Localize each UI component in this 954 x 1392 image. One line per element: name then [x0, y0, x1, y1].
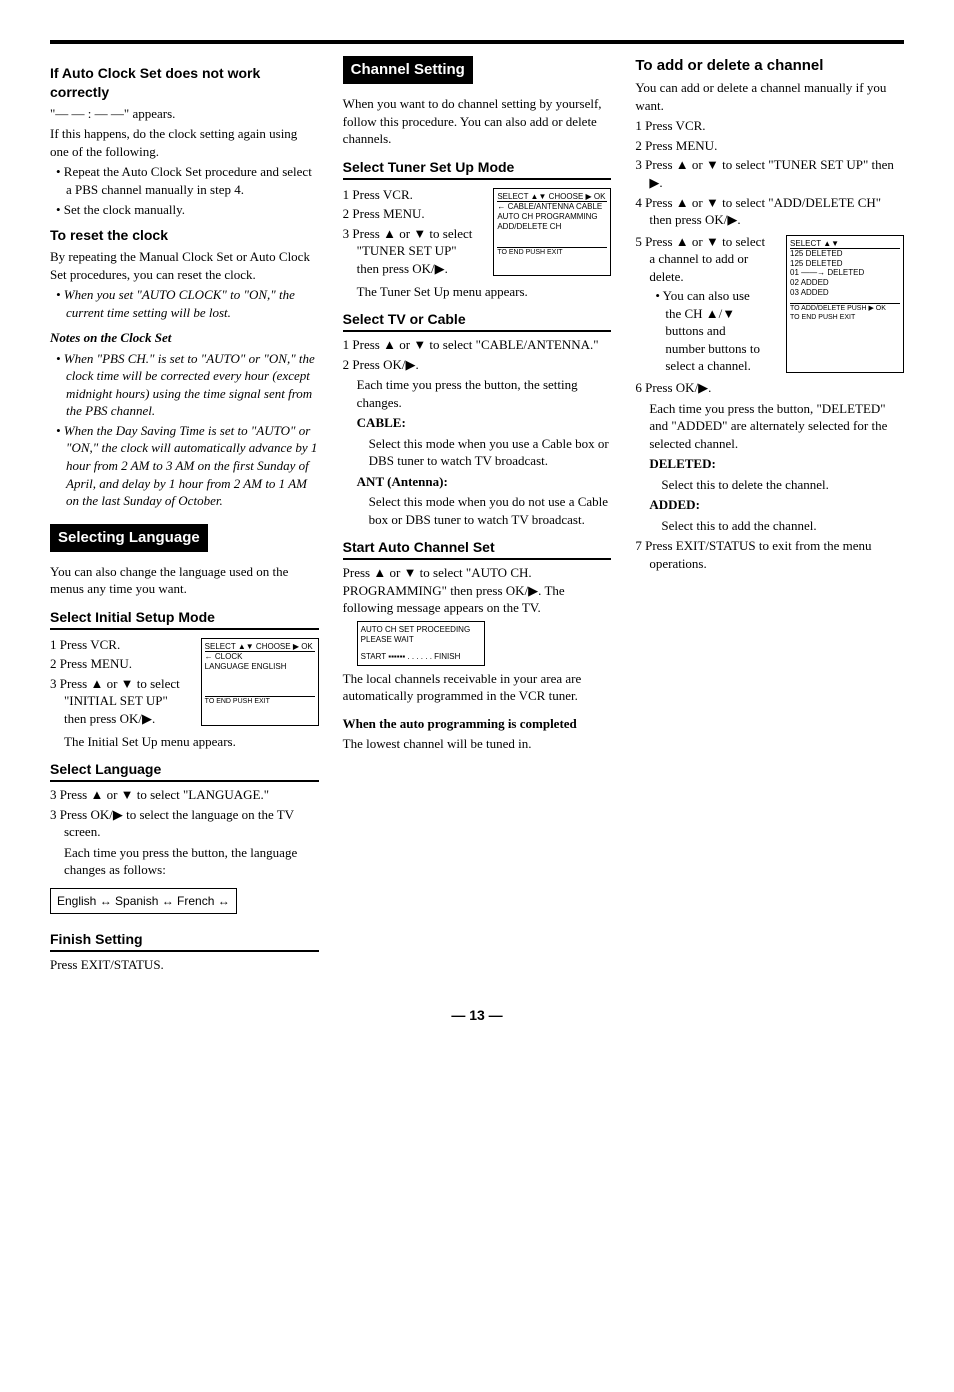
osd-line: 02 ADDED [790, 278, 900, 288]
c1-b2: • Set the clock manually. [54, 201, 319, 219]
c1-s3b: The Initial Set Up menu appears. [64, 733, 319, 751]
c2-s2: 2 Press MENU. [343, 205, 474, 223]
c2-s3: 3 Press ▲ or ▼ to select "TUNER SET UP" … [343, 225, 474, 278]
c1-sub2: Select Language [50, 760, 319, 782]
c1-n3: • When the Day Saving Time is set to "AU… [54, 422, 319, 510]
osd-line: PLEASE WAIT [361, 635, 481, 645]
language-cycle-box: English ↔ Spanish ↔ French ↔ [50, 888, 237, 914]
c1-p2: If this happens, do the clock setting ag… [50, 125, 319, 160]
c1-n1: • When you set "AUTO CLOCK" to "ON," the… [54, 286, 319, 321]
osd-line: 03 ADDED [790, 288, 900, 298]
c1-h2: To reset the clock [50, 226, 319, 245]
c3-s6b: Each time you press the button, "DELETED… [649, 400, 904, 453]
osd-line: LANGUAGE ENGLISH [205, 662, 315, 672]
c1-p4: You can also change the language used on… [50, 563, 319, 598]
osd-line: ← CLOCK [205, 652, 315, 662]
c1-sub1: Select Initial Setup Mode [50, 608, 319, 630]
osd-line: AUTO CH PROGRAMMING [497, 212, 607, 222]
added-text: Select this to add the channel. [661, 517, 904, 535]
c1-n2: • When "PBS CH." is set to "AUTO" or "ON… [54, 350, 319, 420]
c1-h3: Notes on the Clock Set [50, 329, 319, 347]
c2-sub2: Select TV or Cable [343, 310, 612, 332]
c1-bar-selecting-language: Selecting Language [50, 524, 208, 552]
c3-s6: 6 Press OK/▶. [635, 379, 904, 397]
three-column-layout: If Auto Clock Set does not work correctl… [50, 56, 904, 976]
c2-s5b: Each time you press the button, the sett… [357, 376, 612, 411]
osd-footer: TO END PUSH EXIT [497, 247, 607, 257]
c2-p4: The lowest channel will be tuned in. [343, 735, 612, 753]
ant-text: Select this mode when you do not use a C… [369, 493, 612, 528]
c2-bar-channel-setting: Channel Setting [343, 56, 473, 84]
column-3: To add or delete a channel You can add o… [635, 56, 904, 976]
c2-p2: Press ▲ or ▼ to select "AUTO CH. PROGRAM… [343, 564, 612, 617]
c1-s5: 3 Press OK/▶ to select the language on t… [50, 806, 319, 841]
c1-sub3: Finish Setting [50, 930, 319, 952]
c2-p1: When you want to do channel setting by y… [343, 95, 612, 148]
c1-s5b: Each time you press the button, the lang… [64, 844, 319, 879]
c3-s2: 2 Press MENU. [635, 137, 904, 155]
c3-s5n: • You can also use the CH ▲/▼ buttons an… [653, 287, 766, 375]
osd-add-delete: SELECT ▲▼ 125 DELETED 125 DELETED 01 ——→… [786, 235, 904, 373]
c2-h4: When the auto programming is completed [343, 715, 612, 733]
ant-heading: ANT (Antenna): [357, 473, 612, 491]
cable-heading: CABLE: [357, 414, 612, 432]
c3-s3: 3 Press ▲ or ▼ to select "TUNER SET UP" … [635, 156, 904, 191]
osd-line: START ▪▪▪▪▪▪ . . . . . . FINISH [361, 652, 481, 662]
c2-sub3: Start Auto Channel Set [343, 538, 612, 560]
c2-p3: The local channels receivable in your ar… [343, 670, 612, 705]
c1-p3: By repeating the Manual Clock Set or Aut… [50, 248, 319, 283]
c1-s6: Press EXIT/STATUS. [50, 956, 319, 974]
page-number: — 13 — [50, 1006, 904, 1025]
cable-text: Select this mode when you use a Cable bo… [369, 435, 612, 470]
osd-header: SELECT ▲▼ CHOOSE ▶ OK [205, 642, 315, 653]
c2-sub1: Select Tuner Set Up Mode [343, 158, 612, 180]
c3-s7: 7 Press EXIT/STATUS to exit from the men… [635, 537, 904, 572]
c2-s4: 1 Press ▲ or ▼ to select "CABLE/ANTENNA.… [343, 336, 612, 354]
osd-line: ← CABLE/ANTENNA CABLE [497, 202, 607, 212]
deleted-text: Select this to delete the channel. [661, 476, 904, 494]
c3-s1: 1 Press VCR. [635, 117, 904, 135]
osd-footer: TO ADD/DELETE PUSH ▶ OK TO END PUSH EXIT [790, 303, 900, 322]
osd-line: AUTO CH SET PROCEEDING [361, 625, 481, 635]
c1-s1: 1 Press VCR. [50, 636, 181, 654]
c1-s4: 3 Press ▲ or ▼ to select "LANGUAGE." [50, 786, 319, 804]
osd-header: SELECT ▲▼ [790, 239, 900, 250]
osd-auto-ch-proceeding: AUTO CH SET PROCEEDING PLEASE WAIT START… [357, 621, 485, 666]
osd-line: 125 DELETED [790, 249, 900, 259]
c3-h1: To add or delete a channel [635, 56, 904, 76]
c1-s3: 3 Press ▲ or ▼ to select "INITIAL SET UP… [50, 675, 181, 728]
c2-s1: 1 Press VCR. [343, 186, 474, 204]
added-heading: ADDED: [649, 496, 904, 514]
deleted-heading: DELETED: [649, 455, 904, 473]
osd-line: 125 DELETED [790, 259, 900, 269]
osd-tuner-setup: SELECT ▲▼ CHOOSE ▶ OK ← CABLE/ANTENNA CA… [493, 188, 611, 276]
osd-initial-setup: SELECT ▲▼ CHOOSE ▶ OK ← CLOCK LANGUAGE E… [201, 638, 319, 726]
c3-s5: 5 Press ▲ or ▼ to select a channel to ad… [635, 233, 766, 286]
c1-b1: • Repeat the Auto Clock Set procedure an… [54, 163, 319, 198]
c3-p1: You can add or delete a channel manually… [635, 79, 904, 114]
c1-p1: "— — : — —" appears. [50, 105, 319, 123]
osd-line: 01 ——→ DELETED [790, 268, 900, 278]
osd-footer: TO END PUSH EXIT [205, 696, 315, 706]
c1-s2: 2 Press MENU. [50, 655, 181, 673]
column-2: Channel Setting When you want to do chan… [343, 56, 612, 976]
osd-header: SELECT ▲▼ CHOOSE ▶ OK [497, 192, 607, 203]
c3-s4: 4 Press ▲ or ▼ to select "ADD/DELETE CH"… [635, 194, 904, 229]
top-rule [50, 40, 904, 44]
c2-s3b: The Tuner Set Up menu appears. [357, 283, 612, 301]
osd-line: ADD/DELETE CH [497, 222, 607, 232]
c1-h1: If Auto Clock Set does not work correctl… [50, 64, 319, 102]
column-1: If Auto Clock Set does not work correctl… [50, 56, 319, 976]
c2-s5: 2 Press OK/▶. [343, 356, 612, 374]
